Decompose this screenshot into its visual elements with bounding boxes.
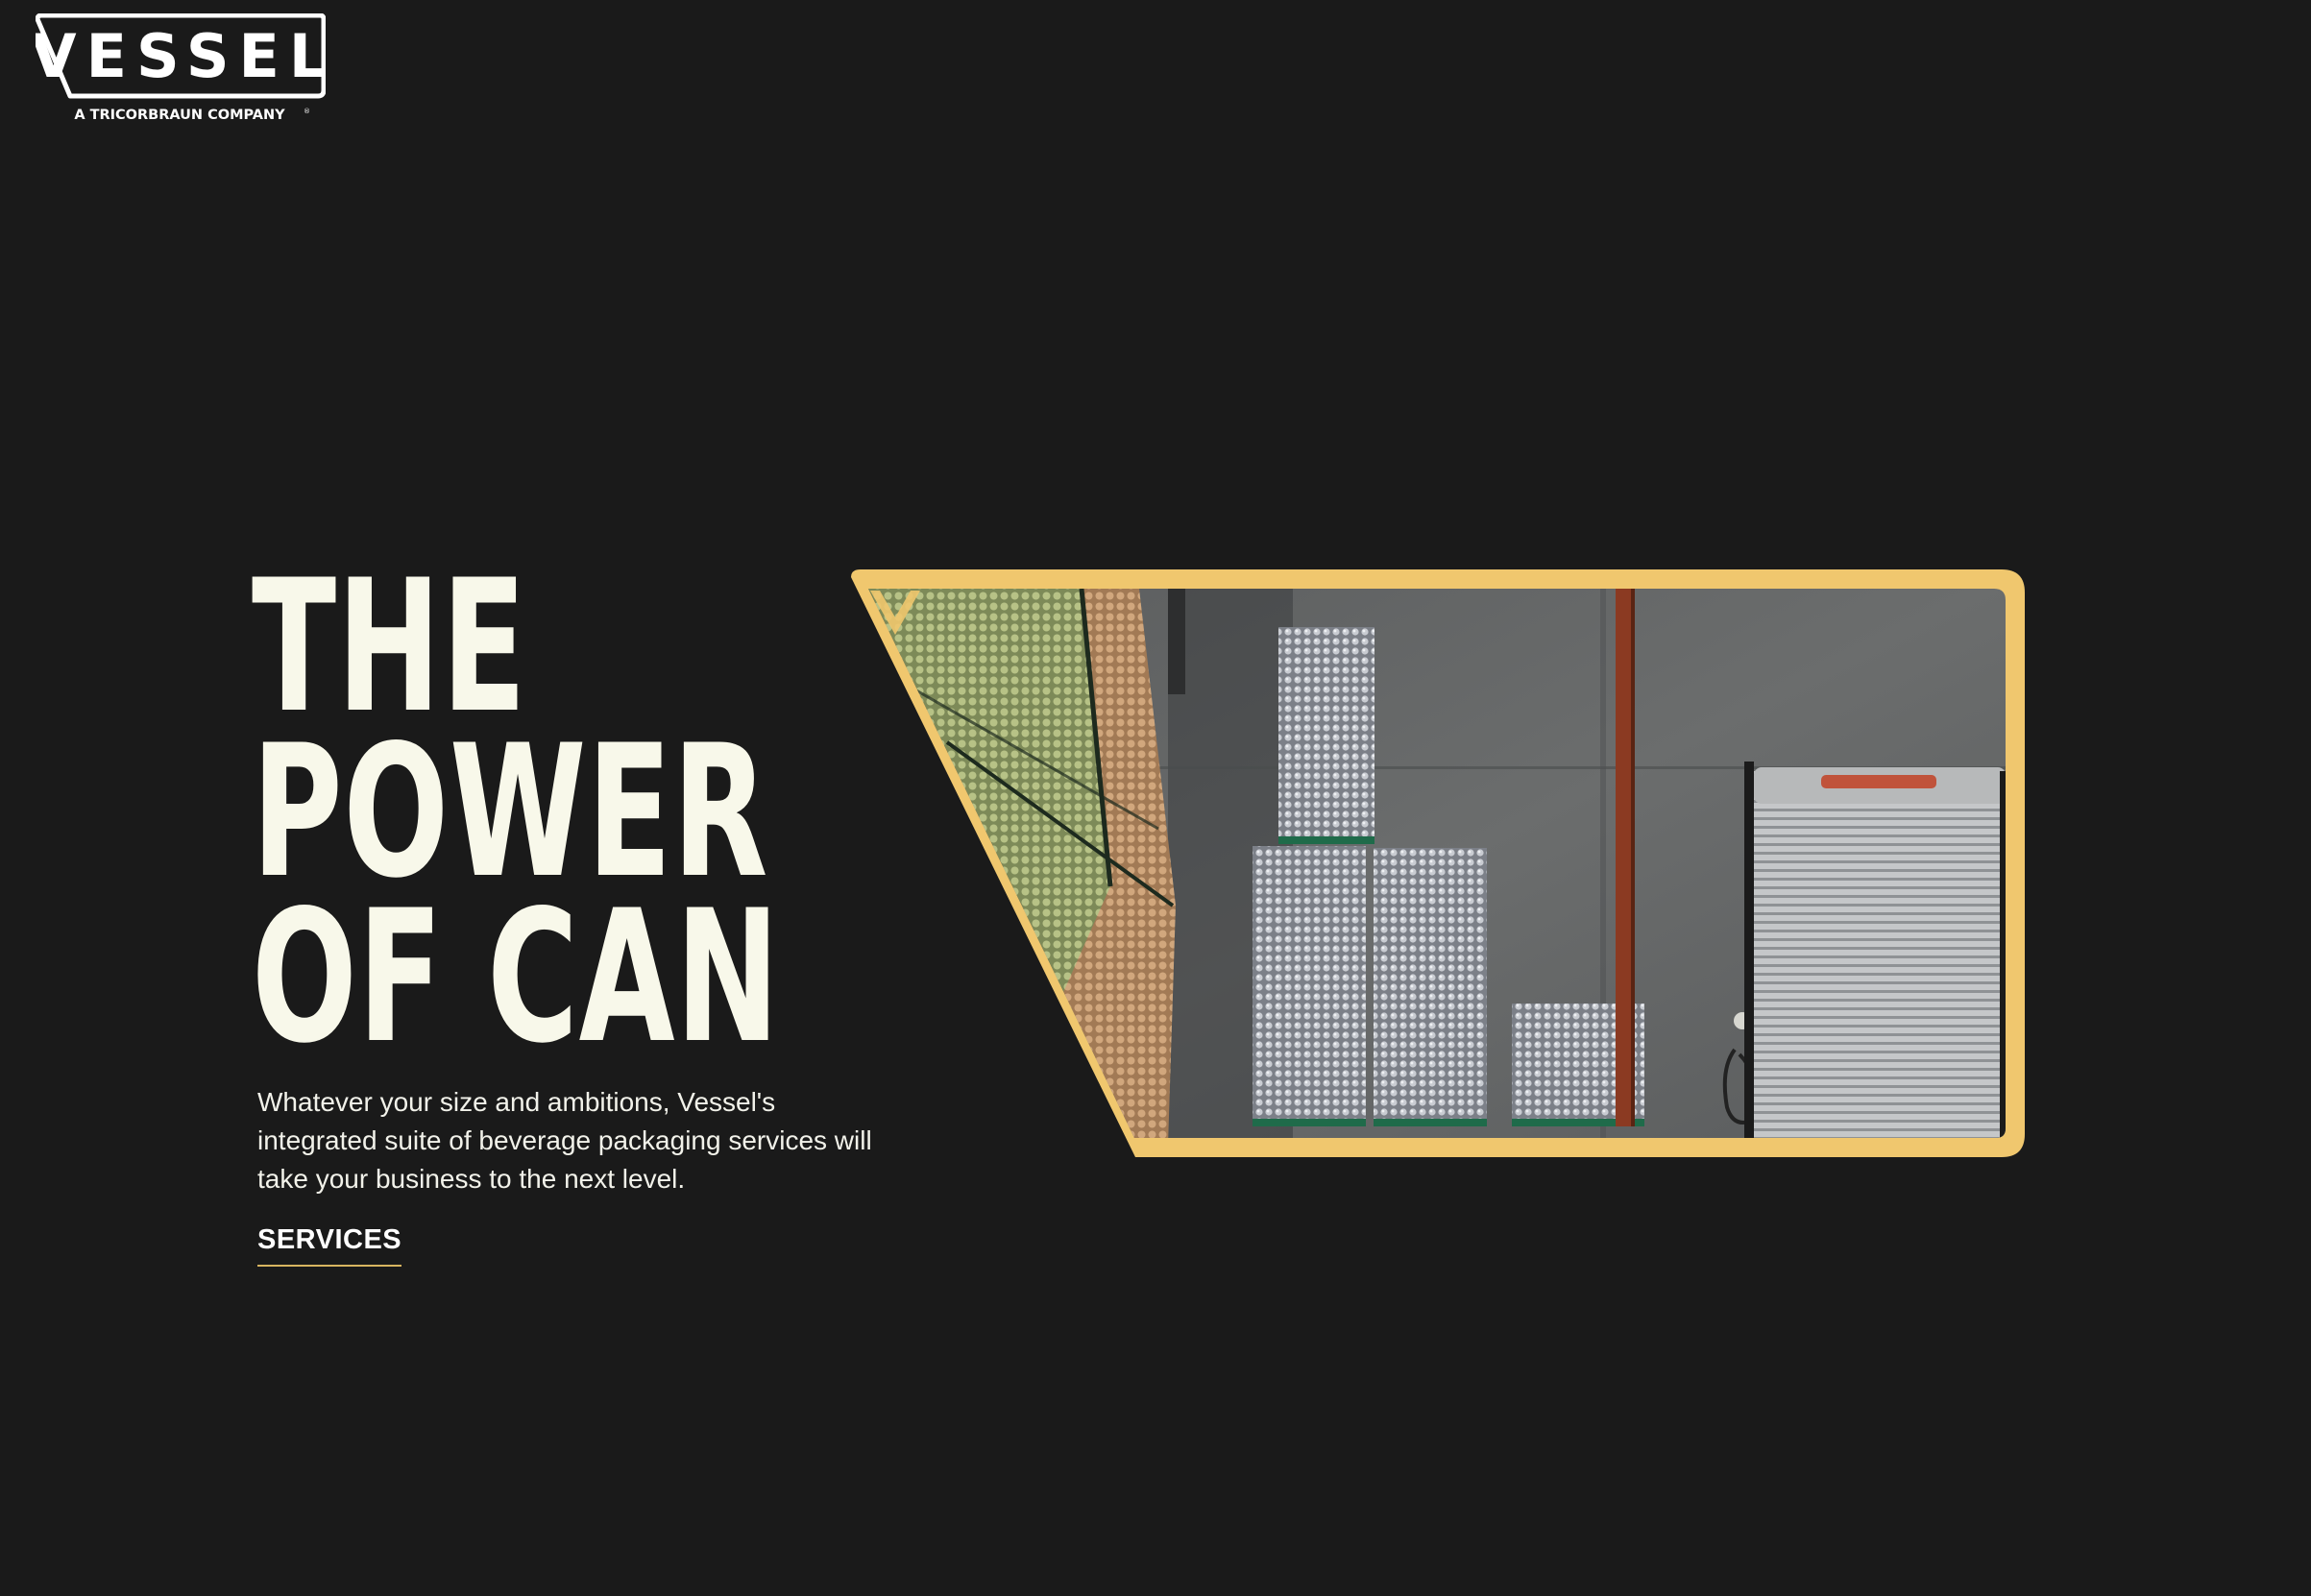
hero-title-line-3: OF CAN xyxy=(252,871,781,1083)
warehouse-pallets-photo xyxy=(851,569,2025,1157)
vessel-logo[interactable]: VESSEL A TRICORBRAUN COMPANY ® xyxy=(36,13,326,125)
hero-title: THE POWER OF CAN xyxy=(252,556,781,1083)
vessel-logo-mark: VESSEL A TRICORBRAUN COMPANY ® xyxy=(36,13,326,123)
hero-description: Whatever your size and ambitions, Vessel… xyxy=(257,1087,872,1194)
logo-tagline: A TRICORBRAUN COMPANY xyxy=(74,108,285,123)
services-link[interactable]: SERVICES xyxy=(257,1224,402,1267)
logo-wordmark: VESSEL xyxy=(36,21,326,91)
page: VESSEL A TRICORBRAUN COMPANY ® THE POWER… xyxy=(0,0,2311,1596)
logo-registered-mark: ® xyxy=(304,108,310,115)
hero-image xyxy=(851,569,2026,1159)
